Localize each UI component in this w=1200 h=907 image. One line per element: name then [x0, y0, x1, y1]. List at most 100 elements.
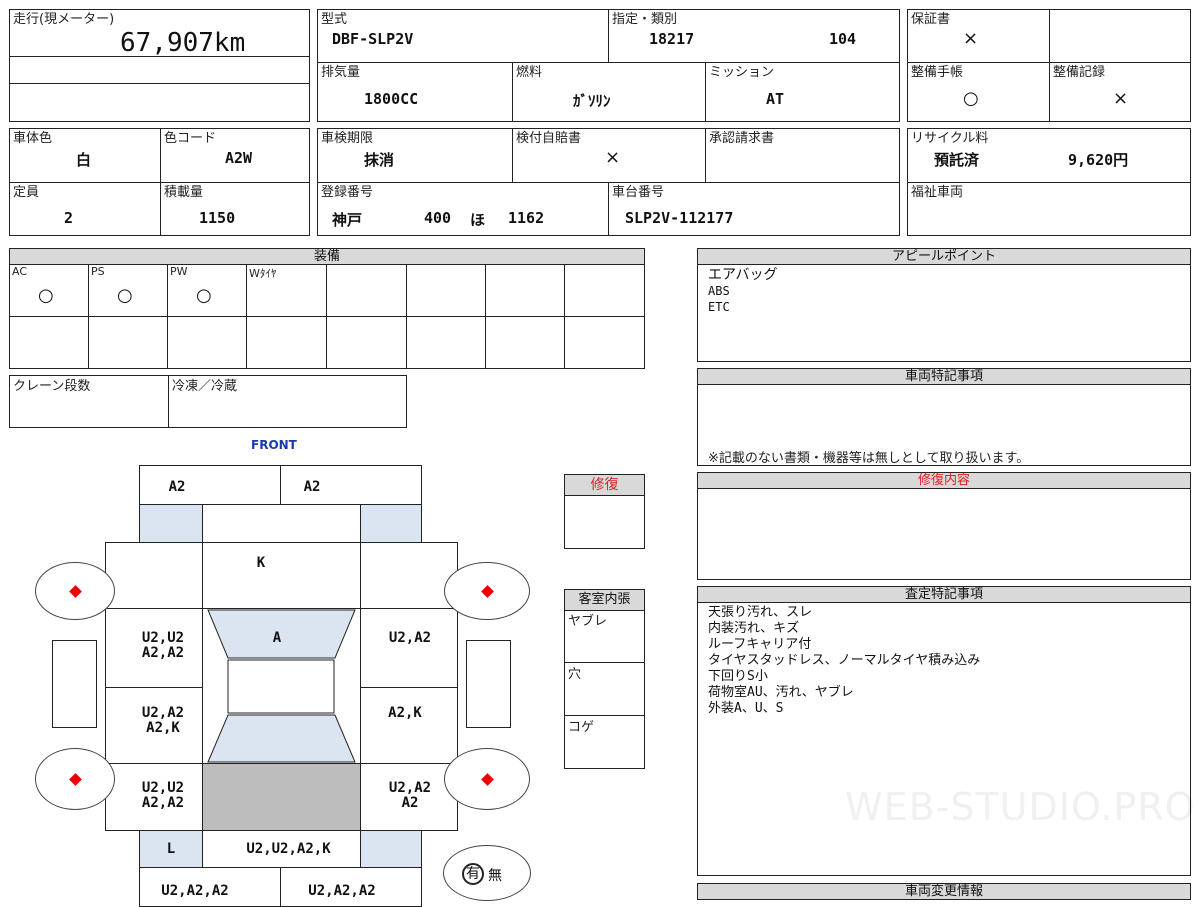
service-record-box: 整備記録 ×	[1049, 62, 1191, 122]
chassis-label: 車台番号	[612, 185, 665, 200]
left-mirror	[52, 640, 97, 728]
exhaust-label: 排気量	[321, 65, 361, 80]
equipment-value: ○	[117, 285, 133, 306]
service-record-label: 整備記録	[1053, 65, 1106, 80]
service-book-box: 整備手帳 ○	[907, 62, 1050, 122]
mark-bottom-left: U2,A2,A2	[161, 883, 229, 899]
warranty-box: 保証書 ×	[907, 9, 1050, 63]
assessment-line: 内装汚れ、キズ	[708, 621, 800, 636]
body-color-value: 白	[76, 151, 92, 169]
special-note: ※記載のない書類・機器等は無しとして取り扱います。	[708, 451, 1030, 466]
recycle-status: 預託済	[934, 151, 980, 169]
fuel-label: 燃料	[516, 65, 543, 80]
appeal-line: ABS	[708, 284, 730, 298]
interior-header: 客室内張	[564, 589, 645, 611]
mark-right-mid: A2,K	[388, 705, 422, 721]
special-box: ※記載のない書類・機器等は無しとして取り扱います。	[697, 384, 1191, 466]
front-left-lamp	[139, 504, 203, 543]
color-code-box: 色コード A2W	[160, 128, 310, 183]
crane-box: クレーン段数	[9, 375, 169, 428]
appeal-line: エアバッグ	[708, 267, 778, 283]
mark-rear-left: L	[166, 841, 176, 857]
equipment-value: ○	[196, 285, 212, 306]
crane-label: クレーン段数	[13, 379, 91, 394]
blank-box	[1049, 9, 1191, 63]
equipment-label: PS	[91, 265, 105, 278]
mark-hood: K	[256, 555, 266, 571]
equipment-label: AC	[12, 265, 28, 278]
load-value: 1150	[199, 209, 236, 227]
repair-header: 修復	[564, 474, 645, 496]
wheel-front-left	[35, 562, 115, 620]
mark-right-front: U2,A2	[388, 630, 432, 646]
registration-label: 登録番号	[321, 185, 374, 200]
approval-box: 承認請求書	[705, 128, 900, 183]
designation-box: 指定・類別 18217 104	[608, 9, 900, 63]
mark-front-right: A2	[303, 479, 321, 495]
equipment-label: PW	[170, 265, 188, 278]
color-code-value: A2W	[225, 149, 253, 167]
assessment-line: 天張り汚れ、スレ	[708, 605, 813, 620]
interior-item: 穴	[564, 662, 645, 716]
model-value: DBF-SLP2V	[332, 30, 414, 48]
repair-value-box	[564, 495, 645, 549]
equipment-cell	[406, 316, 486, 369]
right-mirror	[466, 640, 511, 728]
interior-item-label: ヤブレ	[568, 614, 608, 629]
interior-item-label: コゲ	[568, 720, 595, 735]
mark-left-rear: U2,U2 A2,A2	[141, 780, 185, 811]
assessment-header: 査定特記事項	[697, 586, 1191, 603]
body-color-box: 車体色 白	[9, 128, 161, 183]
equipment-cell	[246, 316, 327, 369]
equipment-cell	[326, 316, 407, 369]
wheel-front-right	[444, 562, 530, 620]
right-front-door	[360, 608, 458, 688]
insurance-box: 検付自賠書 ×	[512, 128, 706, 183]
recycle-box: リサイクル料 預託済 9,620円	[907, 128, 1191, 183]
mileage-box: 走行(現メーター) 67,907km	[9, 9, 310, 122]
mark-rear-center: U2,U2,A2,K	[246, 841, 331, 857]
chassis-box: 車台番号 SLP2V-112177	[608, 182, 900, 236]
color-code-label: 色コード	[164, 131, 217, 146]
fuel-box: 燃料 ｶﾞｿﾘﾝ	[512, 62, 706, 122]
interior-item: ヤブレ	[564, 610, 645, 663]
service-record-value: ×	[1113, 88, 1129, 109]
inspection-box: 車検期限 抹消	[317, 128, 513, 183]
front-label: FRONT	[251, 438, 297, 452]
transmission-value: AT	[766, 90, 785, 108]
recycle-label: リサイクル料	[911, 131, 989, 146]
inspection-label: 車検期限	[321, 131, 374, 146]
right-front-fender	[360, 542, 458, 609]
wheel-rear-left	[35, 748, 115, 810]
equipment-cell: Wﾀｲﾔ	[246, 264, 327, 317]
equipment-cell	[485, 264, 565, 317]
interior-item: コゲ	[564, 715, 645, 769]
change-info-header: 車両変更情報	[697, 883, 1191, 900]
divider	[10, 56, 309, 57]
designation-label: 指定・類別	[612, 12, 678, 27]
registration-class: 400	[424, 209, 452, 227]
refrigeration-box: 冷凍／冷蔵	[168, 375, 407, 428]
warranty-label: 保証書	[911, 12, 951, 27]
welfare-label: 福祉車両	[911, 185, 964, 200]
appeal-box: エアバッグ ABS ETC	[697, 264, 1191, 362]
repair-details-header: 修復内容	[697, 472, 1191, 489]
service-book-value: ○	[963, 88, 979, 109]
assessment-line: 下回りS小	[708, 669, 768, 684]
equipment-cell	[564, 316, 645, 369]
chassis-value: SLP2V-112177	[625, 209, 734, 227]
equipment-cell: PS ○	[88, 264, 168, 317]
capacity-box: 定員 2	[9, 182, 161, 236]
equipment-cell	[326, 264, 407, 317]
equipment-cell: PW ○	[167, 264, 247, 317]
rear-right-lamp	[360, 830, 422, 868]
fuel-value: ｶﾞｿﾘﾝ	[573, 92, 611, 110]
assessment-box: 天張り汚れ、スレ 内装汚れ、キズ ルーフキャリア付 タイヤスタッドレス、ノーマル…	[697, 602, 1191, 876]
equipment-cell	[9, 316, 89, 369]
exhaust-box: 排気量 1800CC	[317, 62, 513, 122]
front-grille	[202, 504, 361, 543]
refrigeration-label: 冷凍／冷蔵	[172, 379, 238, 394]
equipment-cell	[564, 264, 645, 317]
repair-details-box	[697, 488, 1191, 580]
left-front-fender	[105, 542, 203, 609]
